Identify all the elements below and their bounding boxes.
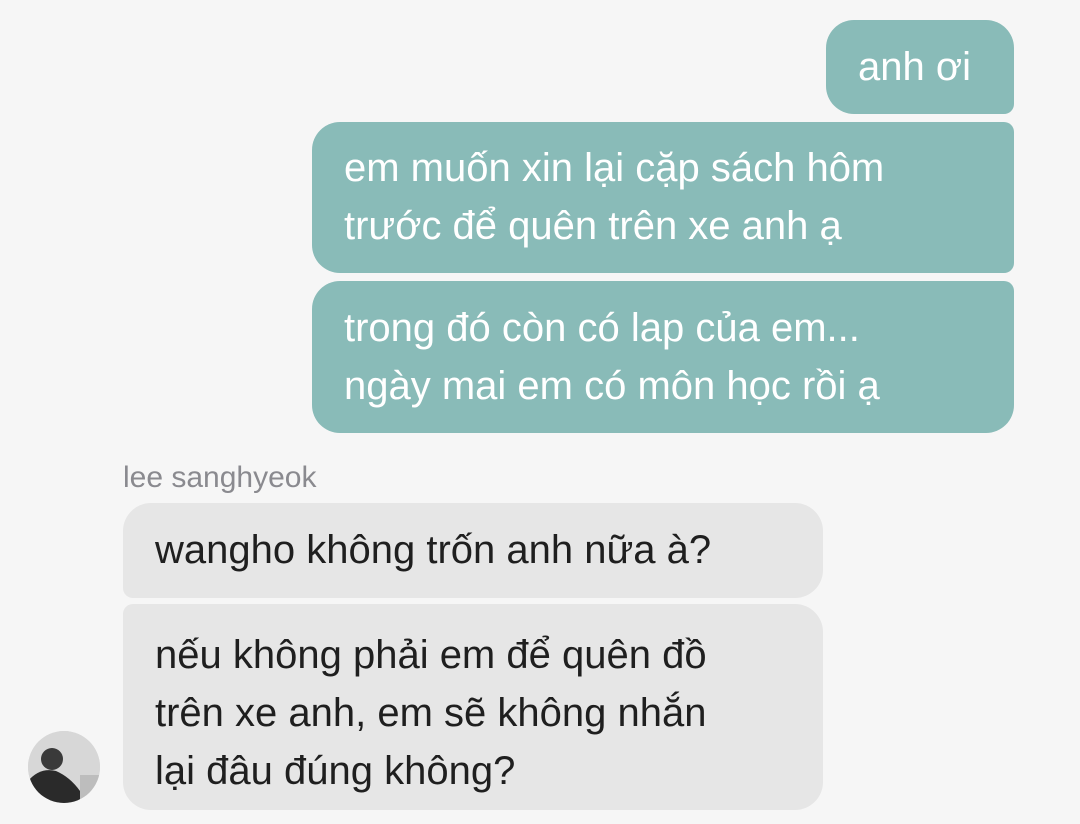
chat-thread: anh ơi em muốn xin lại cặp sách hôm trướ… — [0, 0, 1080, 824]
sender-name: lee sanghyeok — [123, 461, 317, 494]
outgoing-message[interactable]: trong đó còn có lap của em... ngày mai e… — [312, 281, 1014, 433]
outgoing-message[interactable]: anh ơi — [826, 20, 1014, 114]
avatar-image — [28, 731, 100, 803]
outgoing-message[interactable]: em muốn xin lại cặp sách hôm trước để qu… — [312, 122, 1014, 273]
incoming-message[interactable]: nếu không phải em để quên đồ trên xe anh… — [123, 604, 823, 810]
incoming-message[interactable]: wangho không trốn anh nữa à? — [123, 503, 823, 598]
avatar[interactable] — [28, 731, 100, 803]
